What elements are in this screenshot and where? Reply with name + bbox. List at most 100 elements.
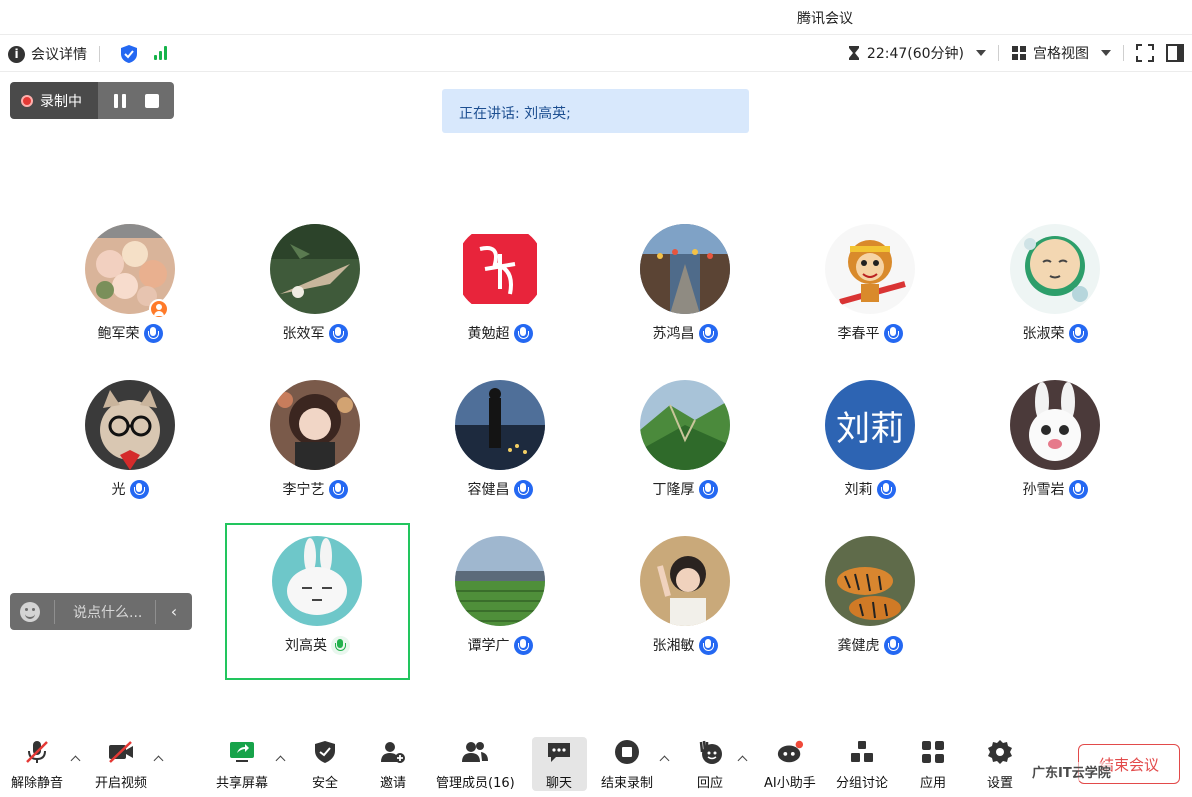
participant-tile[interactable]: 鲍军荣 (38, 211, 222, 367)
participant-name: 丁隆厚 (652, 482, 695, 498)
view-mode-label: 宫格视图 (1033, 46, 1089, 62)
participant-tile[interactable]: 容健昌 (408, 367, 592, 523)
chevron-up-icon[interactable] (276, 754, 286, 764)
stop-recording-button[interactable] (144, 93, 159, 108)
divider (998, 45, 999, 61)
chevron-up-icon[interactable] (738, 754, 748, 764)
participant-name: 刘莉 (844, 482, 873, 498)
chat-button[interactable]: 聊天 (545, 738, 573, 791)
participant-name: 张淑荣 (1022, 326, 1065, 342)
start-video-button[interactable]: 开启视频 (95, 738, 147, 791)
chevron-up-icon[interactable] (660, 754, 670, 764)
avatar (825, 224, 915, 314)
invite-button[interactable]: 邀请 (379, 738, 407, 791)
pause-recording-button[interactable] (113, 93, 126, 108)
microphone-icon (143, 323, 163, 343)
meeting-info-button[interactable]: i 会议详情 (8, 44, 100, 64)
participant-tile[interactable]: 龚健虎 (778, 523, 962, 679)
chevron-up-icon[interactable] (154, 754, 164, 764)
ai-robot-icon (776, 738, 804, 766)
participant-name: 张效军 (282, 326, 325, 342)
participant-tile[interactable]: 孙雪岩 (963, 367, 1147, 523)
ai-assistant-button[interactable]: AI小助手 (764, 738, 816, 791)
microphone-icon (876, 479, 896, 499)
participant-tile[interactable]: 李宁艺 (223, 367, 407, 523)
end-recording-button[interactable]: 结束录制 (601, 738, 653, 791)
participant-tile[interactable]: 张湘敏 (593, 523, 777, 679)
apps-button[interactable]: 应用 (919, 738, 947, 791)
participant-tile[interactable]: 光 (38, 367, 222, 523)
share-screen-label: 共享屏幕 (216, 776, 269, 791)
participant-tile[interactable]: 丁隆厚 (593, 367, 777, 523)
participant-name: 谭学广 (467, 638, 510, 654)
participant-name: 容健昌 (467, 482, 510, 498)
participant-name: 张湘敏 (652, 638, 695, 654)
share-screen-icon (228, 738, 256, 766)
recording-bar: 录制中 (10, 82, 174, 119)
chevron-down-icon (1101, 50, 1111, 56)
avatar (1010, 224, 1100, 314)
start-video-label: 开启视频 (95, 776, 148, 791)
microphone-muted-icon (23, 738, 51, 766)
grid-view-icon (1012, 46, 1026, 60)
apps-label: 应用 (919, 776, 946, 791)
breakout-groups-icon (848, 738, 876, 766)
participant-tile[interactable]: 李春平 (778, 211, 962, 367)
participant-tile[interactable]: 黄勉超 (408, 211, 592, 367)
top-toolbar: i 会议详情 22:47(60分钟) 宫格视图 (0, 34, 1192, 72)
host-badge-icon (149, 299, 169, 319)
chevron-down-icon (976, 50, 986, 56)
participant-tile[interactable]: 苏鸿昌 (593, 211, 777, 367)
sidebar-toggle-icon[interactable] (1166, 44, 1184, 62)
participant-tile[interactable]: 刘莉 刘莉 (778, 367, 962, 523)
breakout-label: 分组讨论 (836, 776, 889, 791)
window-title: 腾讯会议 (797, 11, 853, 27)
camera-off-icon (107, 738, 135, 766)
meeting-info-label: 会议详情 (31, 47, 87, 63)
microphone-icon (513, 323, 533, 343)
participant-name: 苏鸿昌 (652, 326, 695, 342)
timer-text: 22:47(60分钟) (866, 46, 964, 62)
manage-members-label: 管理成员(16) (436, 776, 515, 791)
view-mode-dropdown[interactable]: 宫格视图 (1011, 43, 1111, 63)
ai-assistant-label: AI小助手 (764, 776, 816, 791)
manage-members-button[interactable]: 管理成员(16) (436, 738, 515, 791)
microphone-icon (698, 479, 718, 499)
avatar (455, 536, 545, 626)
emoji-icon[interactable] (20, 601, 40, 622)
network-signal-icon[interactable] (154, 45, 167, 60)
share-screen-button[interactable]: 共享屏幕 (216, 738, 268, 791)
unmute-label: 解除静音 (11, 776, 64, 791)
participant-tile[interactable]: 张效军 (223, 211, 407, 367)
security-button[interactable]: 安全 (311, 738, 339, 791)
recording-status[interactable]: 录制中 (10, 82, 98, 119)
avatar (640, 536, 730, 626)
divider (99, 46, 100, 62)
breakout-button[interactable]: 分组讨论 (836, 738, 888, 791)
title-bar: 腾讯会议 (0, 0, 1192, 34)
security-shield-icon[interactable] (120, 44, 138, 68)
microphone-icon (1068, 323, 1088, 343)
meeting-timer[interactable]: 22:47(60分钟) (847, 43, 986, 63)
chat-input[interactable]: 说点什么... (55, 602, 155, 622)
bottom-toolbar: 解除静音 开启视频 共享屏幕 安全 邀请 管理成员(16) 聊天 结束录制 回应… (0, 730, 1192, 797)
collapse-chevron-icon[interactable]: ‹ (156, 602, 192, 621)
participant-tile[interactable]: 张淑荣 (963, 211, 1147, 367)
end-recording-label: 结束录制 (601, 776, 654, 791)
microphone-icon (328, 479, 348, 499)
microphone-active-icon (331, 635, 350, 655)
participant-name: 鲍军荣 (97, 326, 140, 342)
unmute-button[interactable]: 解除静音 (11, 738, 63, 791)
participant-name: 龚健虎 (837, 638, 880, 654)
reactions-label: 回应 (696, 776, 723, 791)
participant-name: 黄勉超 (467, 326, 510, 342)
settings-button[interactable]: 设置 (986, 738, 1014, 791)
reactions-button[interactable]: 回应 (696, 738, 724, 791)
participant-tile-active-speaker[interactable]: 刘高英 (225, 523, 410, 680)
participant-name: 李宁艺 (282, 482, 325, 498)
fullscreen-icon[interactable] (1136, 44, 1154, 62)
participant-tile[interactable]: 谭学广 (408, 523, 592, 679)
participant-name: 李春平 (837, 326, 880, 342)
chevron-up-icon[interactable] (71, 754, 81, 764)
avatar: 刘莉 (825, 380, 915, 470)
